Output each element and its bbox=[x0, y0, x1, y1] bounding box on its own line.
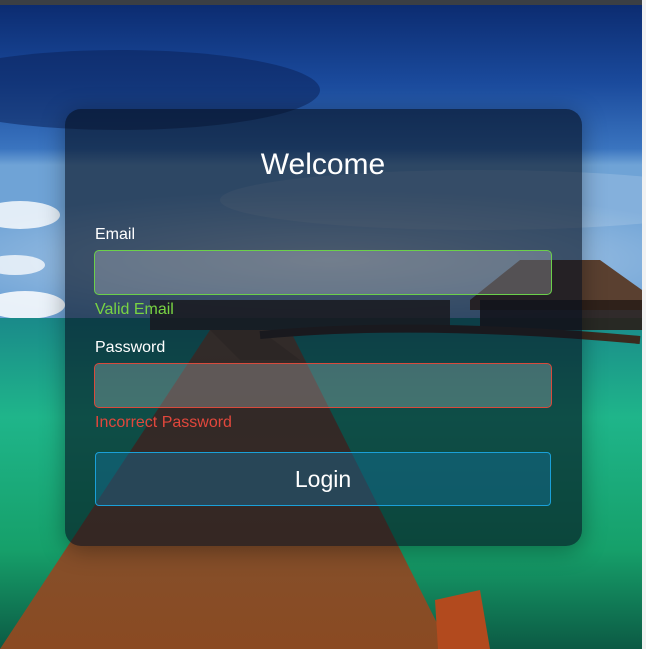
email-validation-message: Valid Email bbox=[95, 301, 174, 318]
password-label: Password bbox=[95, 339, 166, 356]
page-title: Welcome bbox=[260, 148, 386, 181]
login-button[interactable]: Login bbox=[95, 452, 551, 506]
window-right-edge bbox=[642, 0, 646, 649]
window-top-bar bbox=[0, 0, 646, 5]
email-label: Email bbox=[95, 226, 136, 243]
email-field[interactable] bbox=[94, 250, 552, 295]
password-validation-message: Incorrect Password bbox=[95, 414, 232, 431]
password-field[interactable] bbox=[94, 363, 552, 408]
login-page: Welcome Email Valid Email Password Incor… bbox=[0, 0, 646, 649]
